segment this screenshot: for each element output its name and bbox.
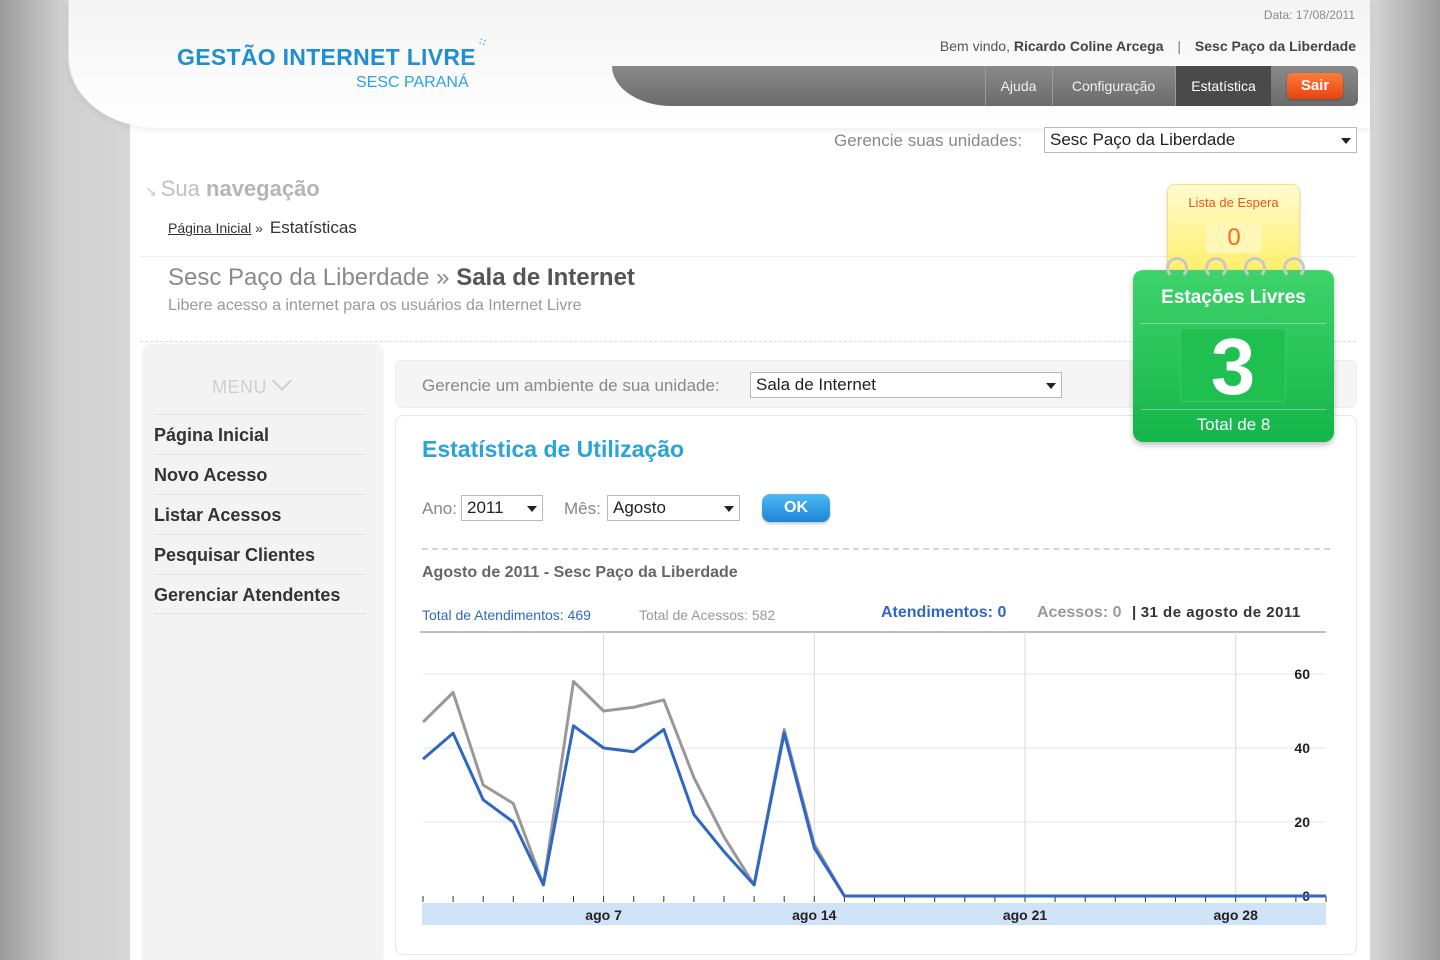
hover-atendimentos: Atendimentos: 0 (881, 604, 1007, 621)
logo-subtitle: SESC PARANÁ (356, 74, 469, 91)
nav-ajuda[interactable]: Ajuda (985, 66, 1051, 106)
sidebar-menu: Página Inicial Novo Acesso Listar Acesso… (154, 414, 366, 614)
welcome-message: Bem vindo, Ricardo Coline Arcega | Sesc … (940, 38, 1356, 54)
current-date: Data: 17/08/2011 (1263, 8, 1355, 22)
unit-selector-label: Gerencie suas unidades: (834, 131, 1023, 150)
binder-rings (1160, 257, 1310, 283)
month-select-value: Agosto (613, 498, 666, 517)
free-stations-total: Total de 8 (1196, 415, 1271, 434)
hover-date-text: 31 de agosto de 2011 (1140, 604, 1301, 621)
sidebar-item-pesquisar-clientes[interactable]: Pesquisar Clientes (154, 534, 366, 574)
free-stations-label: Estações Livres (1161, 287, 1306, 308)
hover-date: | 31 de agosto de 2011 (1132, 604, 1301, 621)
unit-name: Sesc Paço da Liberdade (1194, 38, 1356, 54)
menu-title-text: MENU (212, 377, 267, 397)
environment-label: Gerencie um ambiente de sua unidade: (422, 376, 720, 395)
navigation-heading-light: Sua (160, 176, 200, 201)
x-tick-label: ago 21 (1003, 907, 1048, 923)
welcome-separator: | (1177, 38, 1182, 54)
ok-button[interactable]: OK (762, 494, 830, 522)
divider (422, 548, 1330, 550)
year-select[interactable]: 2011 (461, 495, 543, 521)
ring-icon (1283, 257, 1305, 279)
series-line-acessos (421, 679, 1326, 898)
page-title-section: Sala de Internet (456, 264, 635, 291)
breadcrumb-current: Estatísticas (269, 218, 357, 237)
y-tick-label: 60 (1294, 666, 1310, 682)
free-stations-count: 3 (1210, 322, 1256, 411)
sidebar-item-pagina-inicial[interactable]: Página Inicial (154, 414, 366, 454)
usage-line-chart[interactable]: 0204060ago 7 ago 14 ago 21 ago 28 (420, 630, 1330, 930)
sidebar-item-gerenciar-atendentes[interactable]: Gerenciar Atendentes (154, 574, 366, 614)
chart-heading: Agosto de 2011 - Sesc Paço da Liberdade (422, 564, 738, 581)
y-tick-label: 40 (1294, 740, 1310, 756)
nav-estatistica[interactable]: Estatística (1175, 66, 1271, 106)
x-tick-label: ago 28 (1214, 907, 1259, 923)
waitlist-count: 0 (1206, 223, 1262, 253)
breadcrumb: Página Inicial » Estatísticas (168, 218, 357, 238)
unit-select[interactable]: Sesc Paço da Liberdade (1044, 127, 1357, 153)
logo-title: GESTÃO INTERNET LIVRE (177, 44, 476, 70)
navigation-heading: ↘ Sua navegação (145, 176, 320, 202)
year-select-value: 2011 (467, 498, 504, 517)
series-line-atendimentos (422, 724, 1326, 898)
user-name: Ricardo Coline Arcega (1013, 38, 1164, 54)
menu-title[interactable]: MENU (212, 371, 292, 398)
environment-select-value: Sala de Internet (756, 375, 877, 394)
page-title: Sesc Paço da Liberdade » Sala de Interne… (168, 264, 635, 292)
dropdown-arrow-icon (527, 506, 537, 512)
x-tick-label: ago 7 (585, 907, 622, 923)
logo[interactable]: GESTÃO INTERNET LIVRE SESC PARANÁ ⁘ (177, 32, 491, 91)
sidebar-item-novo-acesso[interactable]: Novo Acesso (154, 454, 366, 494)
total-atendimentos: Total de Atendimentos: 469 (422, 607, 591, 623)
breadcrumb-separator: » (255, 220, 263, 236)
hover-acessos: Acessos: 0 (1037, 604, 1122, 621)
breadcrumb-home-link[interactable]: Página Inicial (168, 220, 251, 236)
waitlist-label: Lista de Espera (1188, 195, 1279, 210)
arrow-icon: ↘ (145, 183, 157, 199)
hover-separator: | (1132, 604, 1137, 621)
year-label: Ano: (422, 499, 457, 518)
welcome-prefix: Bem vindo, (939, 38, 1010, 54)
logout-button[interactable]: Sair (1287, 73, 1343, 99)
sidebar-item-listar-acessos[interactable]: Listar Acessos (154, 494, 366, 534)
environment-select[interactable]: Sala de Internet (750, 372, 1062, 398)
unit-select-value: Sesc Paço da Liberdade (1050, 130, 1236, 149)
page-subtitle: Libere acesso a internet para os usuário… (168, 297, 582, 314)
ring-icon (1205, 257, 1227, 279)
dropdown-arrow-icon (1341, 138, 1351, 144)
free-stations-divider (1141, 409, 1326, 410)
y-tick-label: 20 (1294, 814, 1310, 830)
total-acessos: Total de Acessos: 582 (639, 607, 776, 623)
stats-title: Estatística de Utilização (422, 436, 685, 462)
x-tick-label: ago 14 (792, 907, 837, 923)
dropdown-arrow-icon (724, 506, 734, 512)
navigation-heading-bold: navegação (206, 176, 320, 201)
page-title-unit: Sesc Paço da Liberdade » (168, 264, 450, 291)
nav-configuracao[interactable]: Configuração (1052, 66, 1174, 106)
month-select[interactable]: Agosto (607, 495, 740, 521)
ring-icon (1166, 257, 1188, 279)
dropdown-arrow-icon (1046, 383, 1056, 389)
ring-icon (1244, 257, 1266, 279)
x-axis-band (422, 903, 1326, 925)
month-label: Mês: (564, 499, 601, 518)
